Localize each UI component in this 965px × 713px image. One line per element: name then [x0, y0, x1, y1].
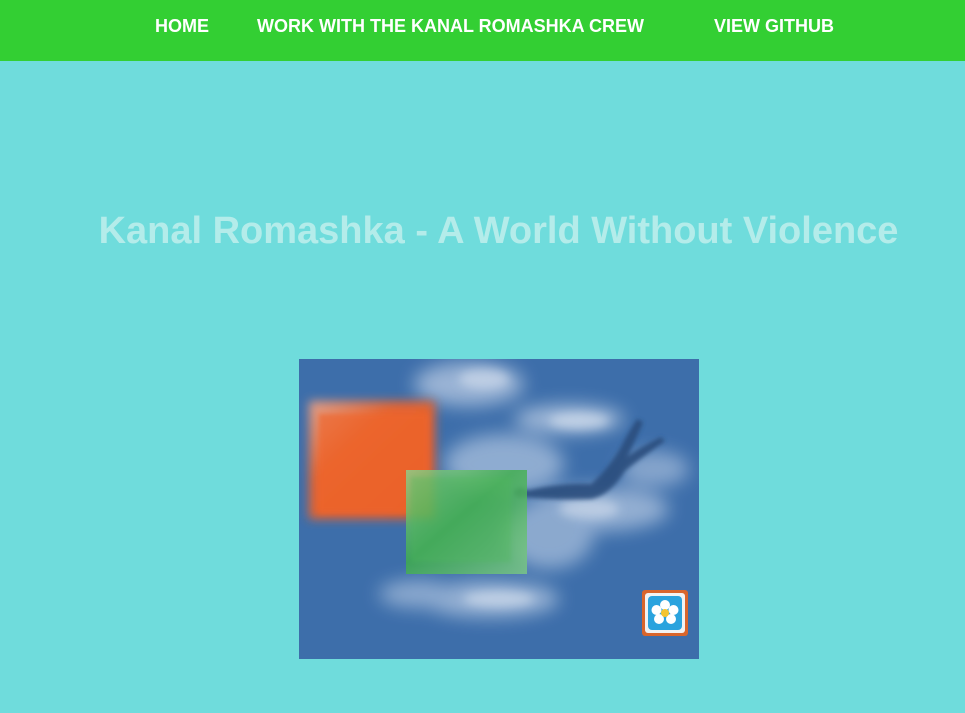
daisy-flower-icon	[642, 590, 688, 636]
green-panel	[406, 470, 527, 574]
hero-image	[299, 359, 699, 659]
top-navigation-bar: HOME WORK WITH THE KANAL ROMASHKA CREW V…	[0, 0, 965, 61]
nav-link-work-with-crew[interactable]: WORK WITH THE KANAL ROMASHKA CREW	[257, 14, 644, 38]
page-title: Kanal Romashka - A World Without Violenc…	[98, 210, 899, 252]
nav-link-view-github[interactable]: VIEW GITHUB	[714, 14, 834, 38]
nav-link-home[interactable]: HOME	[155, 14, 209, 38]
